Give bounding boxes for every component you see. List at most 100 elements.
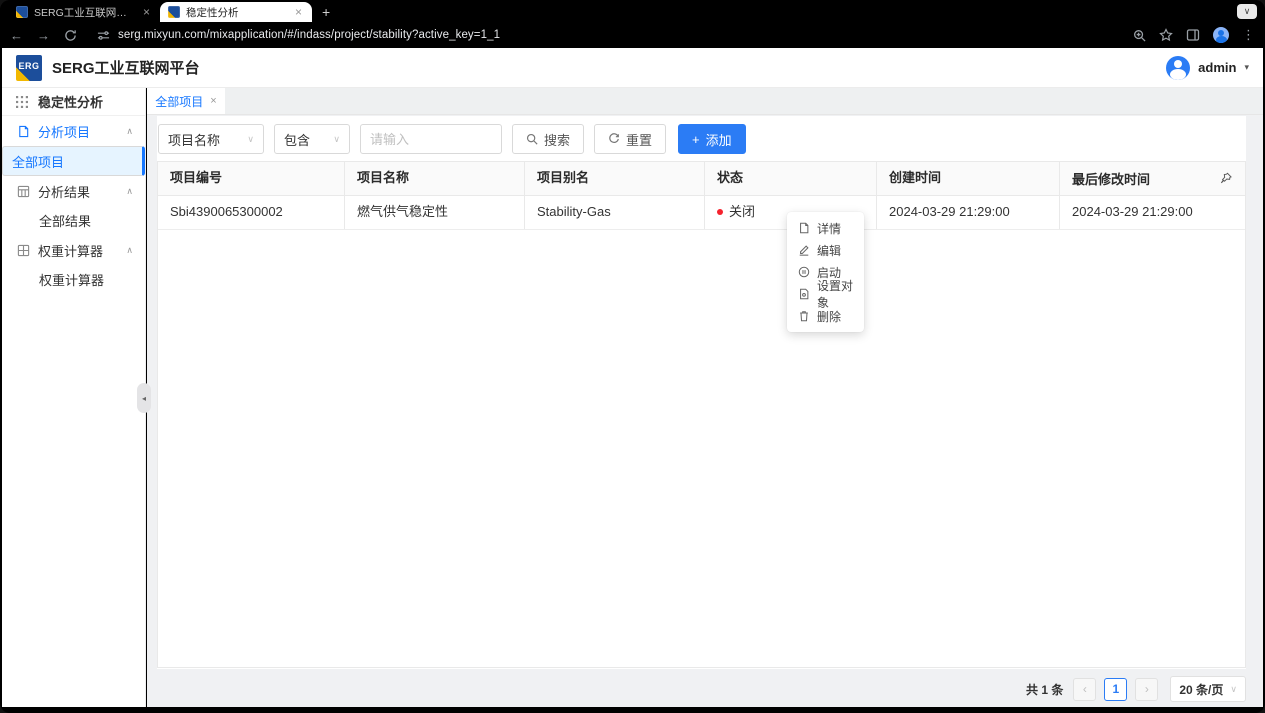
search-button-label: 搜索 [544,130,570,149]
menu-item-details[interactable]: 详情 [787,217,864,239]
zoom-icon[interactable] [1133,29,1146,42]
tab-all-projects[interactable]: 全部项目 × [147,88,225,114]
sidebar-item-all-projects[interactable]: 全部项目 [2,146,145,176]
reload-icon[interactable] [64,29,77,42]
menu-item-edit[interactable]: 编辑 [787,239,864,261]
chevron-down-icon: ∨ [247,134,254,145]
address-bar[interactable]: serg.mixyun.com/mixapplication/#/indass/… [91,25,1119,45]
app-header: ERG SERG工业互联网平台 admin ▾ [2,48,1263,88]
menu-item-label: 编辑 [817,242,841,259]
reset-button-label: 重置 [626,130,652,149]
column-header-created-time: 创建时间 [877,162,1060,195]
sidebar: 稳定性分析 分析项目 ∧ 全部项目 分析结果 ∧ 全部结果 权重计算器 [2,88,146,707]
sidebar-item-label: 权重计算器 [39,270,104,289]
reset-button[interactable]: 重置 [594,124,666,154]
chevron-up-icon: ∧ [126,186,133,197]
sidebar-group-analysis-projects[interactable]: 分析项目 ∧ [2,116,145,146]
back-icon[interactable]: ← [10,28,23,43]
next-page-button[interactable]: › [1135,678,1158,701]
file-settings-icon [798,288,810,300]
column-header-project-id: 项目编号 [158,162,345,195]
cell-project-id: Sbi4390065300002 [158,196,345,229]
serg-logo: ERG [16,55,42,81]
column-header-project-name: 项目名称 [345,162,525,195]
pin-icon[interactable] [1220,172,1233,185]
sidebar-header: 稳定性分析 [2,88,145,116]
calculator-icon [17,244,30,257]
table-icon [17,185,30,198]
table-row[interactable]: Sbi4390065300002 燃气供气稳定性 Stability-Gas 关… [158,196,1245,230]
pagination: 共 1 条 ‹ 1 › 20 条/页 ∨ [1026,676,1246,702]
close-icon[interactable]: × [293,5,304,19]
edit-icon [798,244,810,256]
status-dot-icon [717,209,723,215]
play-circle-icon [798,266,810,278]
browser-tab-title: SERG工业互联网平台 [34,5,135,20]
bookmark-star-icon[interactable] [1159,28,1173,42]
search-input[interactable] [360,124,502,154]
main-content: 全部项目 × 项目名称 ∨ 包含 ∨ 搜索 [147,88,1263,707]
add-button-label: 添加 [706,130,732,149]
sidebar-item-all-results[interactable]: 全部结果 [2,206,145,235]
cell-created-time: 2024-03-29 21:29:00 [877,196,1060,229]
sidebar-item-weight-calculator[interactable]: 权重计算器 [2,265,145,294]
previous-page-button[interactable]: ‹ [1073,678,1096,701]
side-panel-icon[interactable] [1186,28,1200,42]
file-icon [798,222,810,234]
page-1-button[interactable]: 1 [1104,678,1127,701]
sidebar-group-weight-calculator[interactable]: 权重计算器 ∧ [2,235,145,265]
page-size-select[interactable]: 20 条/页 ∨ [1170,676,1246,702]
sidebar-group-label: 分析项目 [38,122,90,141]
page-size-value: 20 条/页 [1179,681,1223,698]
user-avatar-icon [1166,56,1190,80]
cell-modified-time: 2024-03-29 21:29:00 [1060,196,1245,229]
projects-table: 项目编号 项目名称 项目别名 状态 创建时间 最后修改时间 Sbi4390065… [157,161,1246,668]
menu-item-label: 设置对象 [817,277,853,311]
filter-toolbar: 项目名称 ∨ 包含 ∨ 搜索 重置 [157,116,1246,161]
operator-select-value: 包含 [284,130,310,149]
sidebar-group-label: 权重计算器 [38,241,103,260]
sidebar-group-analysis-results[interactable]: 分析结果 ∧ [2,176,145,206]
plus-icon: + [692,132,700,147]
column-header-modified-time: 最后修改时间 [1060,162,1245,195]
menu-item-label: 删除 [817,308,841,325]
user-menu[interactable]: admin ▾ [1166,56,1249,80]
sidebar-item-label: 全部结果 [39,211,91,230]
sidebar-title: 稳定性分析 [38,92,103,111]
forward-icon[interactable]: → [37,28,50,43]
column-header-status: 状态 [705,162,877,195]
close-icon[interactable]: × [210,95,216,107]
browser-actions: ⋮ [1133,27,1255,43]
browser-tab-stability[interactable]: 稳定性分析 × [160,2,312,22]
browser-tab-strip: SERG工业互联网平台 × 稳定性分析 × + ∨ [0,0,1265,22]
menu-item-label: 详情 [817,220,841,237]
operator-select[interactable]: 包含 ∨ [274,124,350,154]
site-info-icon[interactable] [97,29,110,42]
cell-project-alias: Stability-Gas [525,196,705,229]
add-button[interactable]: + 添加 [678,124,746,154]
table-header-row: 项目编号 项目名称 项目别名 状态 创建时间 最后修改时间 [158,162,1245,196]
url-text: serg.mixyun.com/mixapplication/#/indass/… [118,29,500,41]
user-name: admin [1198,60,1236,75]
field-select[interactable]: 项目名称 ∨ [158,124,264,154]
browser-window: SERG工业互联网平台 × 稳定性分析 × + ∨ ← → serg.mixyu… [0,0,1265,713]
caret-down-icon: ▾ [1244,62,1249,73]
field-select-value: 项目名称 [168,130,220,149]
document-icon [17,125,30,138]
browser-tab-platform[interactable]: SERG工业互联网平台 × [8,2,160,22]
sidebar-item-label: 全部项目 [12,152,64,171]
new-tab-button[interactable]: + [312,4,340,22]
browser-toolbar: ← → serg.mixyun.com/mixapplication/#/ind… [0,22,1265,48]
pagination-total: 共 1 条 [1026,681,1063,698]
search-button[interactable]: 搜索 [512,124,584,154]
tab-label: 全部项目 [155,93,203,110]
menu-item-set-object[interactable]: 设置对象 [787,283,864,305]
browser-menu-icon[interactable]: ⋮ [1242,27,1255,43]
workspace-tab-bar: 全部项目 × [147,88,1263,115]
close-icon[interactable]: × [141,5,152,19]
chevron-down-icon: ∨ [333,134,340,145]
sidebar-collapse-handle[interactable]: ◂ [137,383,151,413]
browser-profile-avatar[interactable] [1213,27,1229,43]
search-icon [526,133,538,145]
tab-search-chevron-button[interactable]: ∨ [1237,4,1257,19]
